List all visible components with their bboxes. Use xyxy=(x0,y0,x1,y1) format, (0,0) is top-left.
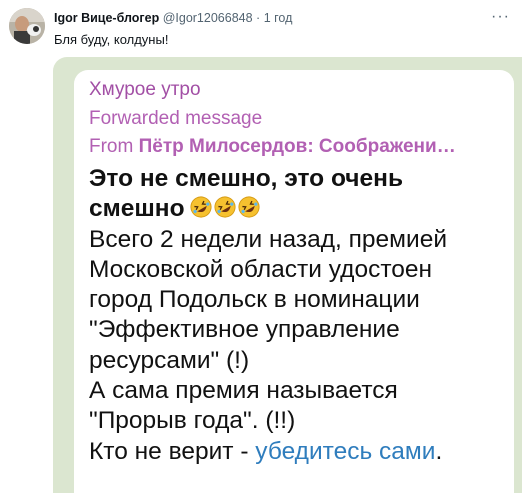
last-suffix: . xyxy=(435,437,443,465)
author-handle[interactable]: @Igor12066848 xyxy=(163,11,253,25)
body-line: "Эффективное управление xyxy=(89,316,400,344)
body-line: ресурсами" (!) xyxy=(89,346,250,374)
title-line-2: смешно xyxy=(89,194,509,224)
tweet-text: Бля буду, колдуны! xyxy=(54,32,169,47)
last-line: Кто не верит - убедитесь сами. xyxy=(89,437,509,467)
author-name[interactable]: Igor Вице-блогер xyxy=(54,11,159,25)
separator: · xyxy=(256,11,261,25)
rolling-laughing-emoji-icon xyxy=(190,196,212,218)
forwarded-label: Forwarded message xyxy=(89,108,263,129)
rolling-laughing-emoji-icon xyxy=(238,196,260,218)
chat-name: Хмурое утро xyxy=(89,79,201,100)
from-prefix: From xyxy=(89,136,139,157)
forwarded-from: From Пётр Милосердов: Соображени… xyxy=(89,136,507,158)
body-line: Всего 2 недели назад, премией xyxy=(89,225,448,253)
body-line: Московской области удостоен xyxy=(89,255,433,283)
body-line: город Подольск в номинации xyxy=(89,286,420,314)
body-line: А сама премия называется xyxy=(89,377,398,405)
verify-link[interactable]: убедитесь сами xyxy=(255,438,435,465)
tweet-header: Igor Вице-блогер @Igor12066848 · 1 год xyxy=(54,11,292,25)
emoji-row xyxy=(190,196,260,218)
title-line-2-text: смешно xyxy=(89,195,185,223)
rolling-laughing-emoji-icon xyxy=(214,196,236,218)
message-body: Это не смешно, это очень смешно Всего 2 … xyxy=(89,164,509,467)
more-icon[interactable]: ··· xyxy=(491,8,510,26)
timestamp[interactable]: 1 год xyxy=(264,11,293,25)
body-line: "Прорыв года". (!!) xyxy=(89,407,296,435)
title-line-1: Это не смешно, это очень xyxy=(89,165,404,192)
from-author: Пётр Милосердов: Соображени… xyxy=(138,136,456,157)
last-prefix: Кто не верит - xyxy=(89,437,256,465)
avatar[interactable] xyxy=(9,8,45,44)
